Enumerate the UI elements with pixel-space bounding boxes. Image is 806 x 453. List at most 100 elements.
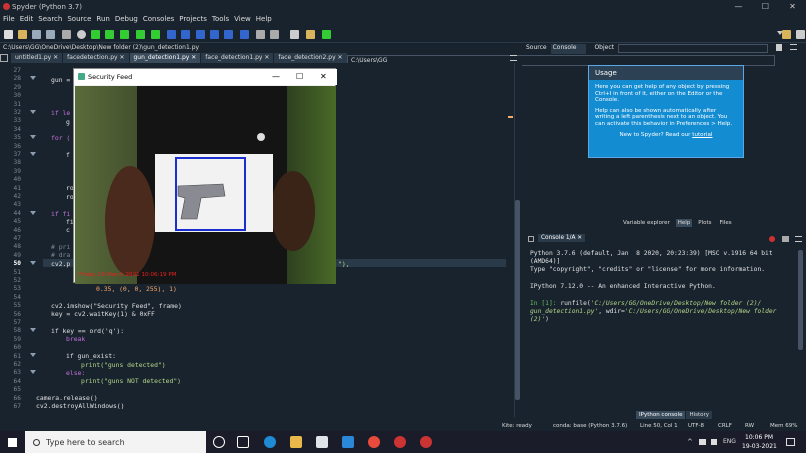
save-icon[interactable] <box>32 30 41 39</box>
menu-source[interactable]: Source <box>67 15 91 23</box>
fold-icon[interactable] <box>30 211 36 215</box>
feed-minimize-button[interactable]: — <box>272 72 280 81</box>
spyder-taskbar-icon[interactable] <box>394 436 406 448</box>
fold-icon[interactable] <box>30 76 36 80</box>
feed-maximize-button[interactable]: ☐ <box>296 72 303 81</box>
language-indicator[interactable]: ENG <box>723 438 736 445</box>
run-file-icon[interactable] <box>105 30 114 39</box>
console-bottom-tabs: IPython console History <box>636 411 713 419</box>
run-cell-advance-icon[interactable] <box>136 30 145 39</box>
tab-untitled1[interactable]: untitled1.py ✕ <box>11 53 63 63</box>
menu-run[interactable]: Run <box>96 15 109 23</box>
line-number: 61 <box>13 352 21 360</box>
notification-icon[interactable] <box>786 438 795 446</box>
tab-ipython-console[interactable]: IPython console <box>636 411 686 419</box>
continue-icon[interactable] <box>224 30 233 39</box>
cortana-icon[interactable] <box>213 436 225 448</box>
object-input[interactable] <box>617 44 768 53</box>
search-input[interactable]: Type here to search <box>46 438 125 447</box>
clock-time[interactable]: 10:06 PM <box>745 434 773 441</box>
windows-start-icon[interactable] <box>8 438 17 447</box>
step-return-icon[interactable] <box>210 30 219 39</box>
options-menu-icon[interactable] <box>789 44 797 50</box>
menu-help[interactable]: Help <box>256 15 272 23</box>
tab-plots[interactable]: Plots <box>696 219 713 227</box>
tutorial-link[interactable]: tutorial <box>692 132 712 138</box>
file-explorer-icon[interactable] <box>290 436 302 448</box>
menu-view[interactable]: View <box>234 15 251 23</box>
editor-scrollbar-thumb[interactable] <box>515 200 520 400</box>
console-scrollbar[interactable] <box>798 250 803 350</box>
menu-debug[interactable]: Debug <box>115 15 138 23</box>
tab-face-detection2[interactable]: face_detection2.py ✕ <box>274 53 347 63</box>
menu-search[interactable]: Search <box>38 15 62 23</box>
tab-gun-detection1[interactable]: gun_detection1.py ✕ <box>129 53 201 63</box>
up-arrow-icon[interactable] <box>796 30 805 39</box>
browse-folder-icon[interactable] <box>782 30 791 39</box>
tab-variable-explorer[interactable]: Variable explorer <box>621 219 672 227</box>
menu-projects[interactable]: Projects <box>179 15 207 23</box>
browse-tabs-icon[interactable] <box>0 54 8 62</box>
run-icon[interactable] <box>91 30 100 39</box>
run-selection-icon[interactable] <box>151 30 160 39</box>
edge-icon[interactable] <box>264 436 276 448</box>
fold-icon[interactable] <box>30 152 36 156</box>
save-all-icon[interactable] <box>46 30 55 39</box>
mail-icon[interactable] <box>342 436 354 448</box>
fold-icon[interactable] <box>30 353 36 357</box>
code-line-66: camera.release() <box>36 394 98 402</box>
maximize-button[interactable]: ☐ <box>752 0 779 13</box>
tab-files[interactable]: Files <box>718 219 734 227</box>
tab-facedetection[interactable]: facedetection.py ✕ <box>63 53 129 63</box>
tab-face-detection1[interactable]: face_detection1.py ✕ <box>201 53 274 63</box>
debug-icon[interactable] <box>167 30 176 39</box>
lock-icon[interactable] <box>775 44 782 51</box>
fold-icon[interactable] <box>30 328 36 332</box>
menu-tools[interactable]: Tools <box>212 15 229 23</box>
menu-edit[interactable]: Edit <box>20 15 34 23</box>
python-path-icon[interactable] <box>306 30 315 39</box>
stop-console-icon[interactable] <box>769 236 775 242</box>
line-number: 49 <box>13 251 21 259</box>
console-options-icon[interactable] <box>795 236 802 242</box>
new-file-icon[interactable] <box>4 30 13 39</box>
line-number: 33 <box>13 117 21 125</box>
step-icon[interactable] <box>181 30 190 39</box>
minimize-button[interactable]: — <box>725 0 752 13</box>
fold-icon[interactable] <box>30 261 36 265</box>
console-browse-icon[interactable] <box>528 236 534 242</box>
console-line-4: IPython 7.12.0 -- An enhanced Interactiv… <box>530 283 716 290</box>
close-button[interactable]: ✕ <box>779 0 806 13</box>
open-path-icon[interactable] <box>62 30 71 39</box>
options-menu-icon[interactable] <box>510 55 517 61</box>
run-cell-icon[interactable] <box>120 30 129 39</box>
volume-icon[interactable] <box>711 439 717 445</box>
chevron-up-icon[interactable]: ^ <box>687 438 693 446</box>
fullscreen-icon[interactable] <box>270 30 279 39</box>
maximize-pane-icon[interactable] <box>256 30 265 39</box>
fold-icon[interactable] <box>30 110 36 114</box>
tab-history[interactable]: History <box>686 411 713 419</box>
preferences-wrench-icon[interactable] <box>290 30 299 39</box>
menu-file[interactable]: File <box>3 15 15 23</box>
kite-icon[interactable] <box>322 30 331 39</box>
stop-debug-icon[interactable] <box>240 30 249 39</box>
tab-help[interactable]: Help <box>675 219 693 227</box>
fold-icon[interactable] <box>30 370 36 374</box>
spyder-active-icon[interactable] <box>420 436 432 448</box>
task-view-icon[interactable] <box>237 436 249 448</box>
menu-consoles[interactable]: Consoles <box>143 15 174 23</box>
taskbar-search[interactable]: Type here to search <box>25 431 206 453</box>
clock-date[interactable]: 19-03-2021 <box>742 443 777 450</box>
source-select[interactable]: Console <box>550 44 587 54</box>
console-tab[interactable]: Console 1/A ✕ <box>538 234 586 242</box>
store-icon[interactable] <box>316 436 328 448</box>
open-file-icon[interactable] <box>18 30 27 39</box>
clear-console-icon[interactable] <box>782 236 789 242</box>
network-icon[interactable] <box>699 439 706 445</box>
chrome-icon[interactable] <box>368 436 380 448</box>
at-icon[interactable] <box>77 30 86 39</box>
feed-close-button[interactable]: ✕ <box>320 72 327 81</box>
fold-icon[interactable] <box>30 135 36 139</box>
step-into-icon[interactable] <box>196 30 205 39</box>
